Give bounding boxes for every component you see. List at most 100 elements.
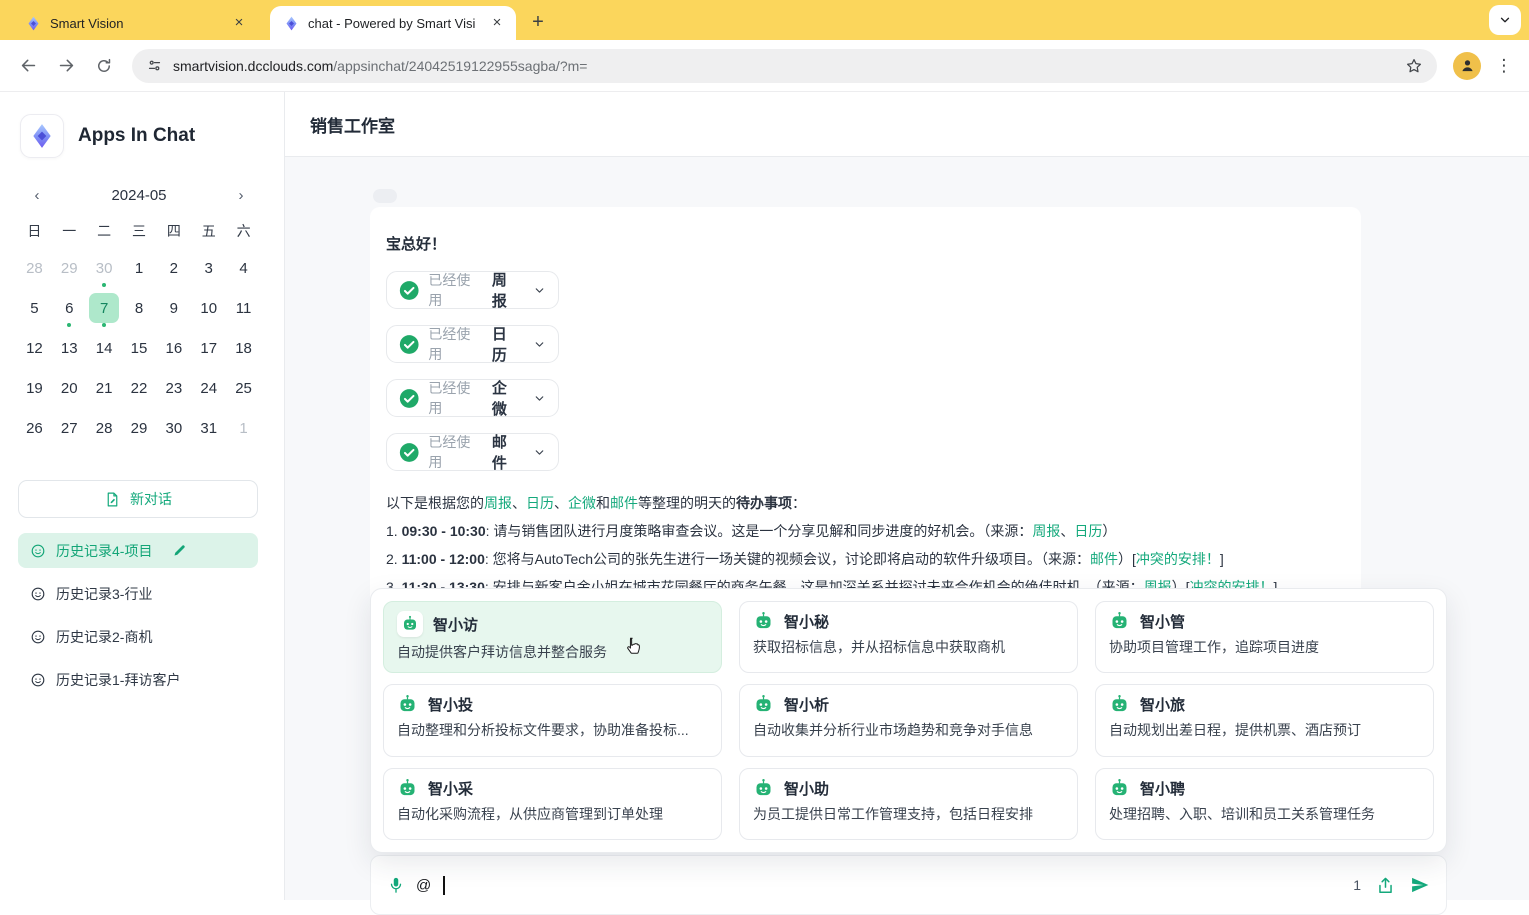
inline-link[interactable]: 日历 [526, 495, 554, 511]
history-item-4[interactable]: 历史记录4-项目 [18, 533, 258, 568]
tab-close-icon[interactable]: × [230, 14, 248, 32]
calendar-day[interactable]: 22 [122, 368, 157, 408]
calendar-day[interactable]: 6 [52, 288, 87, 328]
calendar-day[interactable]: 7 [87, 288, 122, 328]
inline-link[interactable]: 邮件 [610, 495, 638, 511]
diamond-logo-icon [29, 123, 55, 149]
agent-card-智小旅[interactable]: 智小旅自动规划出差日程，提供机票、酒店预订 [1095, 684, 1434, 756]
forward-button[interactable] [48, 48, 84, 84]
inline-link[interactable]: 邮件 [1090, 551, 1118, 567]
calendar-day[interactable]: 18 [226, 328, 261, 368]
calendar-day[interactable]: 30 [87, 248, 122, 288]
inline-link[interactable]: 周报 [484, 495, 512, 511]
calendar-prev-button[interactable]: ‹ [27, 187, 47, 204]
tab-smart-vision[interactable]: Smart Vision × [12, 6, 258, 40]
address-bar[interactable]: smartvision.dcclouds.com/appsinchat/2404… [132, 49, 1437, 83]
page-title: 销售工作室 [310, 112, 395, 137]
calendar-day[interactable]: 14 [87, 328, 122, 368]
reload-button[interactable] [86, 48, 122, 84]
calendar-day[interactable]: 19 [17, 368, 52, 408]
favicon-diamond-icon [26, 16, 41, 31]
calendar-day[interactable]: 5 [17, 288, 52, 328]
site-settings-icon[interactable] [146, 57, 163, 74]
microphone-button[interactable] [387, 876, 405, 894]
calendar-day[interactable]: 23 [156, 368, 191, 408]
agent-card-智小助[interactable]: 智小助为员工提供日常工作管理支持，包括日程安排 [739, 768, 1078, 840]
calendar-day[interactable]: 17 [191, 328, 226, 368]
calendar-day-number: 31 [194, 413, 224, 443]
robot-icon [401, 615, 419, 633]
calendar-day[interactable]: 26 [17, 408, 52, 448]
chevron-down-icon[interactable] [533, 284, 546, 297]
calendar-day[interactable]: 28 [17, 248, 52, 288]
tab-search-button[interactable] [1489, 5, 1521, 35]
browser-menu-button[interactable]: ⋮ [1489, 51, 1519, 81]
calendar-day[interactable]: 31 [191, 408, 226, 448]
calendar-day[interactable]: 24 [191, 368, 226, 408]
calendar-day[interactable]: 27 [52, 408, 87, 448]
history-item-1[interactable]: 历史记录1-拜访客户 [18, 662, 258, 697]
edit-pencil-icon[interactable] [172, 543, 187, 558]
agent-card-智小采[interactable]: 智小采自动化采购流程，从供应商管理到订单处理 [383, 768, 722, 840]
chevron-down-icon[interactable] [533, 446, 546, 459]
agent-card-智小秘[interactable]: 智小秘获取招标信息，并从招标信息中获取商机 [739, 601, 1078, 673]
bookmark-star-button[interactable] [1405, 57, 1423, 75]
calendar-day[interactable]: 10 [191, 288, 226, 328]
todo-item-2: 2. 11:00 - 12:00: 您将与AutoTech公司的张先生进行一场关… [386, 545, 1345, 573]
used-tool-button-企微[interactable]: 已经使用企微 [386, 379, 559, 417]
calendar-day[interactable]: 4 [226, 248, 261, 288]
agent-card-智小管[interactable]: 智小管协助项目管理工作，追踪项目进度 [1095, 601, 1434, 673]
upload-button[interactable] [1376, 876, 1395, 895]
agent-name: 智小采 [428, 778, 473, 799]
calendar-day[interactable]: 15 [122, 328, 157, 368]
calendar-next-button[interactable]: › [231, 187, 251, 204]
text-segment: 、 [512, 495, 526, 511]
agent-card-智小访[interactable]: 智小访自动提供客户拜访信息并整合服务 [383, 601, 722, 673]
calendar-day[interactable]: 28 [87, 408, 122, 448]
used-tool-button-日历[interactable]: 已经使用日历 [386, 325, 559, 363]
tab-close-icon[interactable]: × [488, 14, 506, 32]
back-button[interactable] [10, 48, 46, 84]
chevron-down-icon[interactable] [533, 392, 546, 405]
message-input[interactable]: @ [416, 877, 431, 894]
calendar-day[interactable]: 13 [52, 328, 87, 368]
calendar-day[interactable]: 12 [17, 328, 52, 368]
calendar-day[interactable]: 11 [226, 288, 261, 328]
tab-chat-active[interactable]: chat - Powered by Smart Visi × [270, 6, 516, 40]
message-composer[interactable]: @ 1 [370, 855, 1447, 915]
calendar-day[interactable]: 29 [52, 248, 87, 288]
calendar-day[interactable]: 25 [226, 368, 261, 408]
inline-link[interactable]: 企微 [568, 495, 596, 511]
calendar-day[interactable]: 20 [52, 368, 87, 408]
used-tool-button-周报[interactable]: 已经使用周报 [386, 271, 559, 309]
calendar-day[interactable]: 8 [122, 288, 157, 328]
history-item-2[interactable]: 历史记录2-商机 [18, 619, 258, 654]
new-tab-button[interactable]: + [524, 8, 552, 36]
calendar-day[interactable]: 30 [156, 408, 191, 448]
inline-link[interactable]: 日历 [1074, 523, 1102, 539]
calendar-day[interactable]: 1 [122, 248, 157, 288]
chev-icon [533, 338, 546, 351]
chev-icon [533, 392, 546, 405]
agent-card-智小投[interactable]: 智小投自动整理和分析投标文件要求，协助准备投标... [383, 684, 722, 756]
chevron-down-icon[interactable] [533, 338, 546, 351]
profile-avatar[interactable] [1453, 52, 1481, 80]
calendar-day[interactable]: 2 [156, 248, 191, 288]
calendar-day-number: 29 [54, 253, 84, 283]
calendar-day[interactable]: 1 [226, 408, 261, 448]
used-tool-button-邮件[interactable]: 已经使用邮件 [386, 433, 559, 471]
message-tail [373, 189, 397, 203]
calendar-day[interactable]: 29 [122, 408, 157, 448]
new-chat-button[interactable]: 新对话 [18, 480, 258, 518]
inline-link[interactable]: 周报 [1032, 523, 1060, 539]
send-button[interactable] [1410, 875, 1430, 895]
calendar-day-number: 11 [229, 293, 259, 323]
agent-card-智小聘[interactable]: 智小聘处理招聘、入职、培训和员工关系管理任务 [1095, 768, 1434, 840]
inline-link[interactable]: 冲突的安排！ [1136, 551, 1220, 567]
calendar-day[interactable]: 16 [156, 328, 191, 368]
calendar-day[interactable]: 9 [156, 288, 191, 328]
calendar-day[interactable]: 3 [191, 248, 226, 288]
agent-card-智小析[interactable]: 智小析自动收集并分析行业市场趋势和竞争对手信息 [739, 684, 1078, 756]
calendar-day[interactable]: 21 [87, 368, 122, 408]
history-item-3[interactable]: 历史记录3-行业 [18, 576, 258, 611]
